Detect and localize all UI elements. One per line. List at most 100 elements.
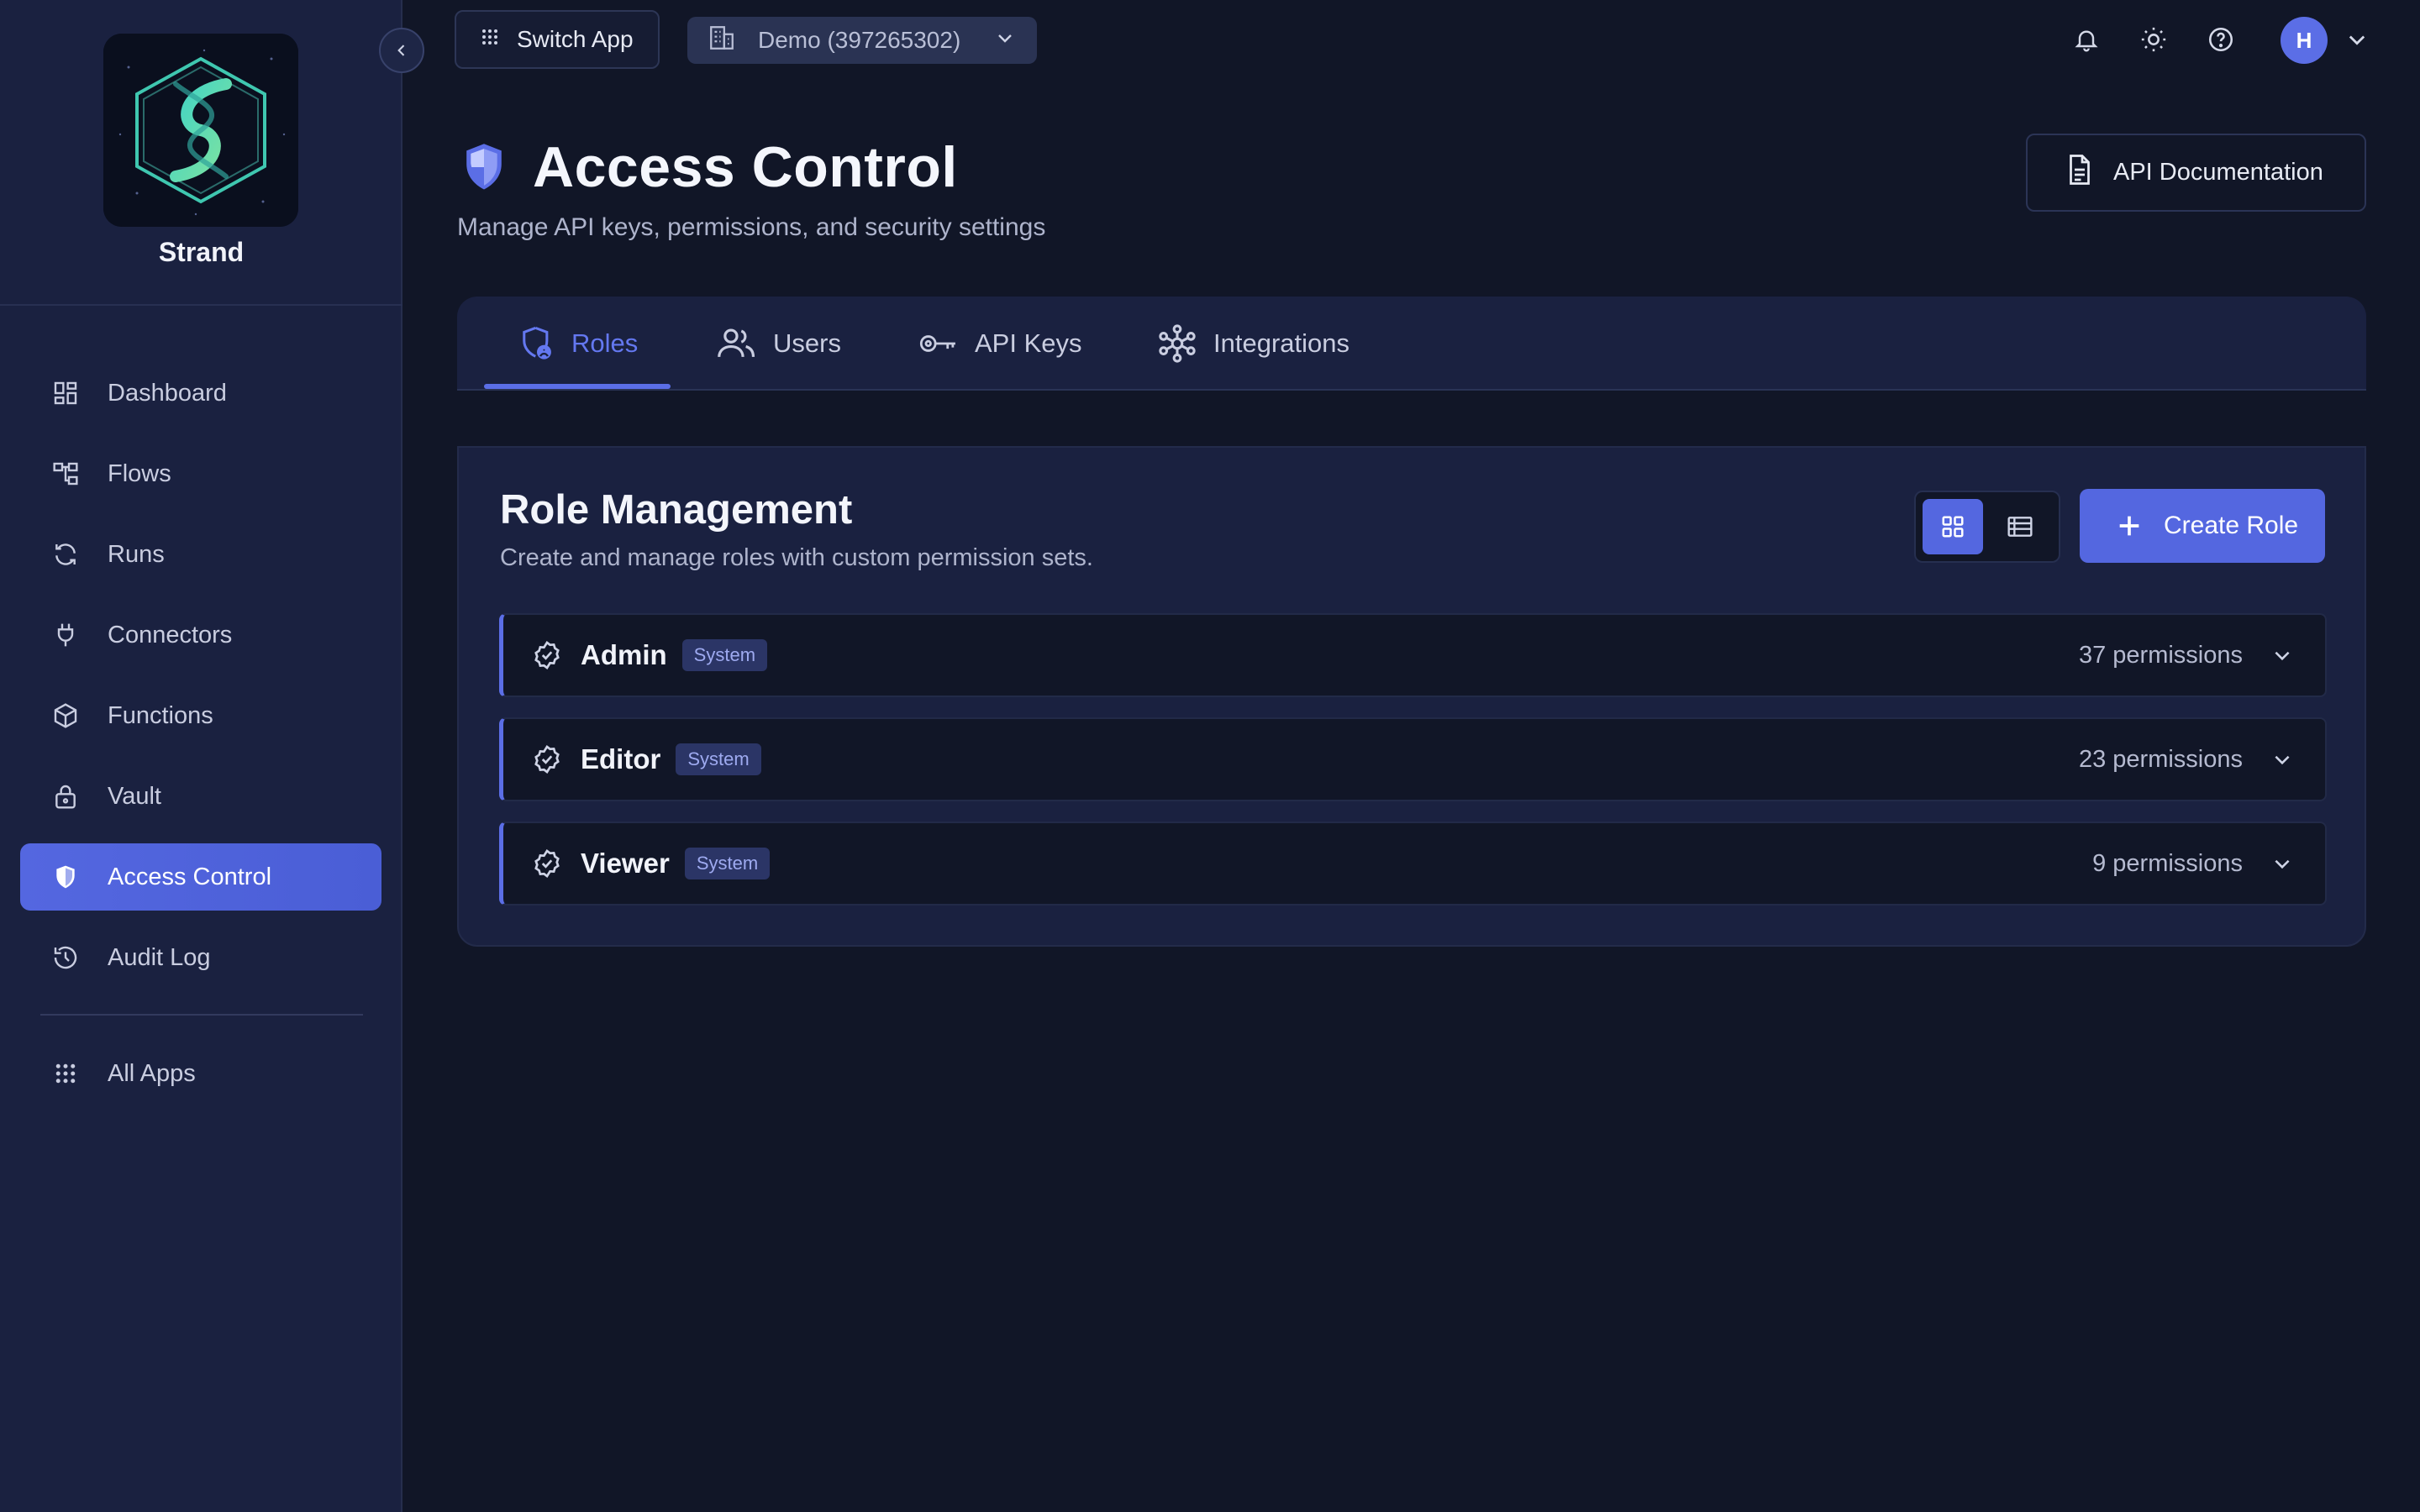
role-name: Viewer xyxy=(581,848,670,879)
role-row-admin[interactable]: Admin System 37 permissions xyxy=(499,613,2327,697)
dashboard-icon xyxy=(50,378,81,408)
switch-app-button[interactable]: Switch App xyxy=(455,10,660,69)
sidebar-item-audit-log[interactable]: Audit Log xyxy=(20,924,381,991)
role-permission-count: 23 permissions xyxy=(2078,745,2243,773)
badge-check-icon xyxy=(532,848,562,879)
plug-icon xyxy=(50,620,81,650)
tenant-selector[interactable]: Demo (397265302) xyxy=(687,17,1037,64)
page-title: Access Control xyxy=(533,135,958,199)
page-header: Access Control xyxy=(460,134,958,200)
list-view-button[interactable] xyxy=(1990,499,2050,554)
help-button[interactable] xyxy=(2203,22,2238,57)
role-permission-count: 9 permissions xyxy=(2092,849,2243,877)
tab-integrations[interactable]: Integrations xyxy=(1158,297,1349,391)
sidebar-nav-extra: All Apps xyxy=(20,1040,381,1121)
document-icon xyxy=(2065,153,2095,193)
sidebar-item-flows[interactable]: Flows xyxy=(20,440,381,507)
chevron-down-icon[interactable] xyxy=(2271,644,2293,666)
role-badge: System xyxy=(676,743,761,775)
shield-icon xyxy=(466,144,502,190)
sidebar-item-label: Runs xyxy=(108,540,165,568)
brand-logo[interactable] xyxy=(103,34,298,227)
card-title: Role Management xyxy=(500,487,853,533)
user-avatar[interactable]: H xyxy=(2281,17,2328,64)
theme-toggle-button[interactable] xyxy=(2136,22,2171,57)
badge-check-icon xyxy=(532,744,562,774)
sidebar-item-label: Flows xyxy=(108,459,171,487)
role-name: Admin xyxy=(581,639,667,670)
create-role-button[interactable]: Create Role xyxy=(2080,489,2325,563)
sidebar-item-label: Vault xyxy=(108,782,161,810)
list-icon xyxy=(2007,517,2033,537)
chevron-down-icon[interactable] xyxy=(2271,748,2293,770)
api-documentation-button[interactable]: API Documentation xyxy=(2026,134,2366,212)
role-permission-count: 37 permissions xyxy=(2078,641,2243,669)
view-mode-toggle xyxy=(1914,491,2060,563)
grid-view-button[interactable] xyxy=(1923,499,1983,554)
chevron-down-icon[interactable] xyxy=(2271,853,2293,874)
history-icon xyxy=(50,942,81,973)
sidebar-item-runs[interactable]: Runs xyxy=(20,521,381,588)
flows-icon xyxy=(50,459,81,489)
tab-label: Users xyxy=(773,328,841,358)
tab-api-keys[interactable]: API Keys xyxy=(919,297,1082,391)
tab-label: Integrations xyxy=(1213,328,1349,358)
key-icon xyxy=(919,331,958,356)
shield-user-icon xyxy=(519,325,555,362)
role-management-card: Role Management Create and manage roles … xyxy=(457,446,2366,947)
sidebar-item-label: All Apps xyxy=(108,1059,196,1087)
grid-dots-icon xyxy=(50,1058,81,1089)
tab-label: Roles xyxy=(571,328,639,358)
tab-users[interactable]: Users xyxy=(718,297,841,391)
sidebar-item-vault[interactable]: Vault xyxy=(20,763,381,830)
sidebar-item-label: Connectors xyxy=(108,621,233,648)
tab-bar: Roles Users API Keys Integrations xyxy=(457,297,2366,391)
help-circle-icon xyxy=(2208,27,2233,52)
tenant-label: Demo (397265302) xyxy=(758,27,961,53)
role-row-editor[interactable]: Editor System 23 permissions xyxy=(499,717,2327,801)
brand-name: Strand xyxy=(158,237,245,267)
dna-logo-icon xyxy=(103,34,298,227)
runs-icon xyxy=(50,539,81,570)
card-subtitle: Create and manage roles with custom perm… xyxy=(500,544,1093,571)
plus-icon xyxy=(2115,512,2144,540)
grid-icon xyxy=(1942,516,1964,538)
sidebar-nav: Dashboard Flows Runs Connectors Function… xyxy=(20,360,381,1005)
active-tab-indicator xyxy=(484,384,671,389)
sidebar-item-label: Access Control xyxy=(108,863,272,890)
sidebar: Strand Dashboard Flows Runs Connectors F… xyxy=(0,0,402,1512)
sidebar-divider xyxy=(40,1014,363,1016)
lock-icon xyxy=(50,781,81,811)
tab-roles[interactable]: Roles xyxy=(519,297,638,391)
sidebar-item-functions[interactable]: Functions xyxy=(20,682,381,749)
bell-icon xyxy=(2075,30,2098,52)
sidebar-collapse-button[interactable] xyxy=(379,28,424,73)
cube-icon xyxy=(50,701,81,731)
sidebar-divider xyxy=(0,304,402,306)
sidebar-item-access-control[interactable]: Access Control xyxy=(20,843,381,911)
notifications-button[interactable] xyxy=(2069,22,2104,57)
api-documentation-label: API Documentation xyxy=(2113,159,2323,186)
sidebar-item-dashboard[interactable]: Dashboard xyxy=(20,360,381,427)
building-icon xyxy=(708,24,736,58)
role-badge: System xyxy=(681,639,768,671)
sidebar-item-label: Audit Log xyxy=(108,943,211,971)
chevron-left-icon xyxy=(397,45,405,56)
shield-icon xyxy=(50,862,81,892)
chevron-down-icon xyxy=(995,27,1015,54)
role-name: Editor xyxy=(581,743,661,774)
badge-check-icon xyxy=(532,640,562,670)
sidebar-item-all-apps[interactable]: All Apps xyxy=(20,1040,381,1107)
network-icon xyxy=(1158,324,1197,363)
role-badge: System xyxy=(684,848,771,879)
sidebar-item-connectors[interactable]: Connectors xyxy=(20,601,381,669)
user-menu-toggle[interactable] xyxy=(2339,22,2375,57)
role-row-viewer[interactable]: Viewer System 9 permissions xyxy=(499,822,2327,906)
create-role-label: Create Role xyxy=(2164,512,2299,539)
sidebar-item-label: Functions xyxy=(108,701,213,729)
sidebar-item-label: Dashboard xyxy=(108,379,227,407)
sun-icon xyxy=(2141,27,2166,52)
page-subtitle: Manage API keys, permissions, and securi… xyxy=(457,213,1046,241)
chevron-down-icon xyxy=(2349,35,2365,45)
grid-dots-icon xyxy=(480,26,500,53)
